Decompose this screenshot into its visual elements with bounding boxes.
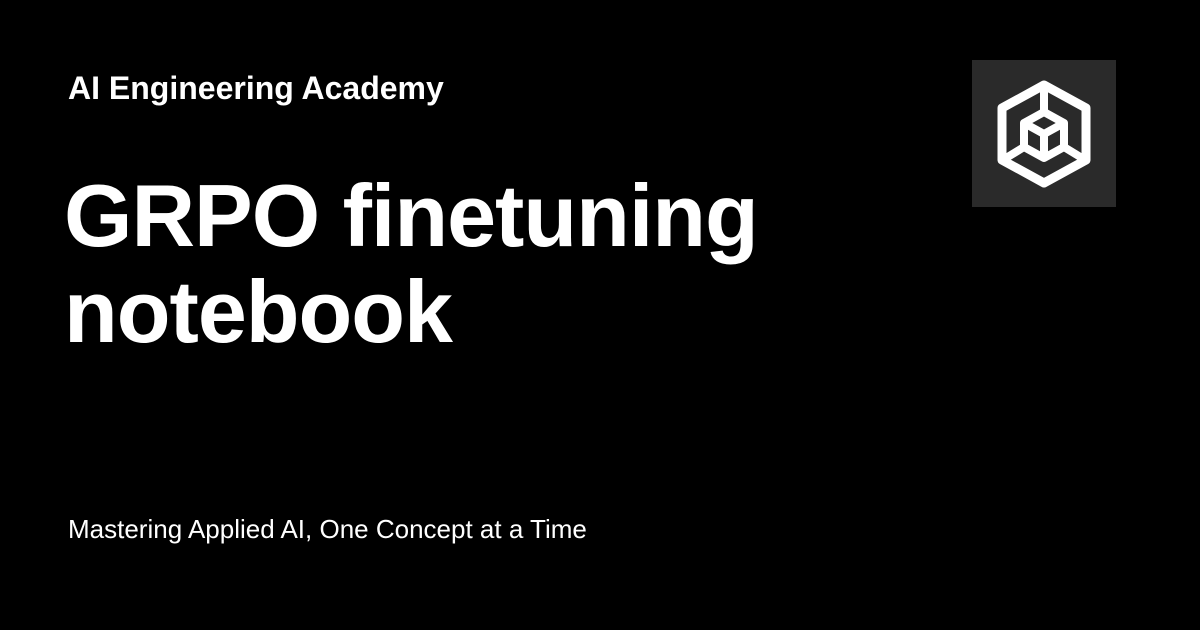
site-name: AI Engineering Academy: [68, 70, 444, 106]
tagline: Mastering Applied AI, One Concept at a T…: [68, 514, 587, 544]
site-logo: [972, 60, 1116, 207]
hexagon-cube-icon: [997, 80, 1091, 187]
social-card: AI Engineering Academy GRPO finetuning n…: [0, 0, 1200, 630]
page-title: GRPO finetuning notebook: [64, 166, 759, 361]
